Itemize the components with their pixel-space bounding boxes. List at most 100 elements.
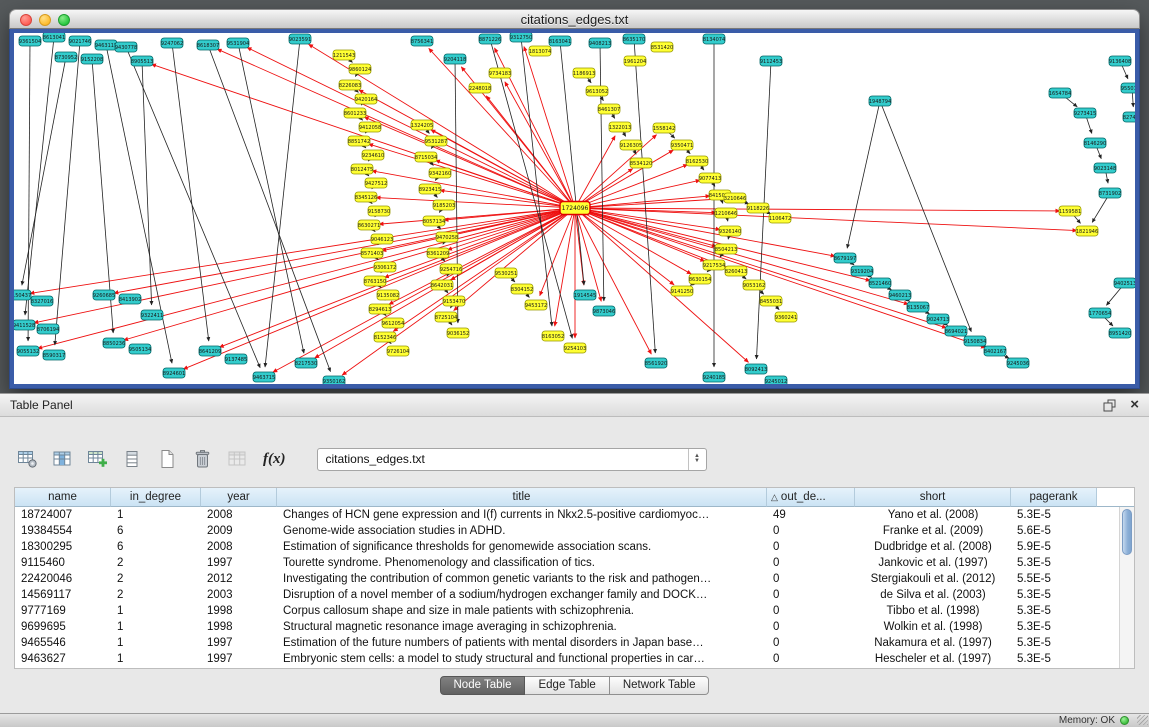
network-node[interactable]: 9350471 [671, 140, 693, 150]
network-node[interactable]: 8402167 [984, 346, 1006, 356]
network-hub-node[interactable]: 1724096 [560, 202, 590, 215]
network-node[interactable]: 8730952 [55, 52, 77, 62]
network-node[interactable]: 8092413 [745, 364, 767, 374]
zoom-window-button[interactable] [58, 14, 70, 26]
network-node[interactable]: 8455031 [760, 296, 782, 306]
tab-edge-table[interactable]: Edge Table [525, 676, 609, 695]
network-node[interactable]: 9460213 [889, 290, 911, 300]
network-node[interactable]: 8146290 [1084, 138, 1106, 148]
network-node[interactable]: 9158730 [368, 206, 390, 216]
network-node[interactable]: 9427512 [365, 178, 387, 188]
network-node[interactable]: 8521460 [869, 278, 891, 288]
network-node[interactable]: 8134074 [703, 34, 725, 44]
network-node[interactable]: 8613041 [43, 33, 65, 42]
network-node[interactable]: 9402513 [1114, 278, 1135, 288]
table-row[interactable]: 946362711997Embryonic stem cells: a mode… [15, 651, 1119, 667]
network-node[interactable]: 9217534 [703, 260, 725, 270]
network-node[interactable]: 8163052 [542, 331, 564, 341]
network-node[interactable]: 8590317 [43, 350, 65, 360]
network-node[interactable]: 1186913 [573, 68, 595, 78]
network-node[interactable]: 8923415 [419, 184, 441, 194]
network-node[interactable]: 9613052 [586, 86, 608, 96]
network-node[interactable]: 8630271 [358, 220, 380, 230]
network-node[interactable]: 1211543 [333, 50, 355, 60]
table-row[interactable]: 1456911722003Disruption of a novel membe… [15, 587, 1119, 603]
tab-node-table[interactable]: Node Table [440, 676, 526, 695]
network-node[interactable]: 9137485 [225, 354, 247, 364]
window-titlebar[interactable]: citations_edges.txt [9, 9, 1140, 29]
table-row[interactable]: 946554611997Estimation of the future num… [15, 635, 1119, 651]
resize-grip-icon[interactable] [1137, 715, 1148, 725]
rows-icon[interactable] [119, 446, 145, 472]
network-node[interactable]: 8871226 [479, 34, 501, 44]
network-node[interactable]: 9150834 [964, 336, 986, 346]
table-row[interactable]: 969969511998Structural magnetic resonanc… [15, 619, 1119, 635]
network-node[interactable]: 1770654 [1089, 308, 1111, 318]
network-node[interactable]: 8706194 [37, 324, 59, 334]
network-node[interactable]: 9240185 [703, 372, 725, 382]
network-node[interactable]: 9531287 [425, 136, 447, 146]
network-node[interactable]: 8715034 [415, 152, 437, 162]
network-node[interactable]: 9312750 [510, 33, 532, 42]
network-node[interactable]: 8327016 [31, 296, 53, 306]
network-node[interactable]: 8217530 [295, 358, 317, 368]
network-node[interactable]: 9420164 [355, 94, 377, 104]
network-node[interactable]: 9612054 [382, 318, 404, 328]
network-node[interactable]: 9046123 [371, 234, 393, 244]
network-node[interactable]: 8534120 [630, 158, 652, 168]
network-node[interactable]: 8163041 [549, 36, 571, 46]
network-node[interactable]: 8413902 [119, 294, 141, 304]
network-node[interactable]: 8731902 [1099, 188, 1121, 198]
network-node[interactable]: 8851742 [348, 136, 370, 146]
network-node[interactable]: 9204118 [444, 54, 466, 64]
network-node[interactable]: 9118226 [747, 203, 769, 213]
network-node[interactable]: 9260685 [93, 290, 115, 300]
network-node[interactable]: 9306172 [374, 262, 396, 272]
network-node[interactable]: 8905513 [131, 56, 153, 66]
create-column-icon[interactable] [84, 446, 110, 472]
column-header-name[interactable]: name [15, 488, 111, 507]
delete-column-icon[interactable] [189, 446, 215, 472]
network-node[interactable]: 9254716 [440, 264, 462, 274]
network-node[interactable]: 9350162 [323, 376, 345, 384]
network-node[interactable]: 8951420 [1109, 328, 1131, 338]
close-window-button[interactable] [20, 14, 32, 26]
network-node[interactable]: 8601233 [344, 108, 366, 118]
network-node[interactable]: 8641209 [199, 346, 221, 356]
table-row[interactable]: 1938455462009Genome-wide association stu… [15, 523, 1119, 539]
network-node[interactable]: 1821946 [1076, 226, 1098, 236]
column-header-out_de[interactable]: △out_de... [767, 488, 855, 507]
network-node[interactable]: 8694021 [945, 326, 967, 336]
network-node[interactable]: 8756341 [411, 36, 433, 46]
network-node[interactable]: 9463715 [253, 372, 275, 382]
network-node[interactable]: 9319204 [851, 266, 873, 276]
tab-network-table[interactable]: Network Table [610, 676, 710, 695]
table-row[interactable]: 911546021997Tourette syndrome. Phenomeno… [15, 555, 1119, 571]
network-node[interactable]: 9860124 [349, 64, 371, 74]
close-panel-icon[interactable]: × [1130, 398, 1139, 412]
network-node[interactable]: 9873046 [593, 306, 615, 316]
network-node[interactable]: 9726104 [387, 346, 409, 356]
vertical-scrollbar[interactable] [1119, 507, 1134, 668]
table-mode-icon[interactable] [14, 446, 40, 472]
network-node[interactable]: 9530251 [495, 268, 517, 278]
network-node[interactable]: 8260413 [725, 266, 747, 276]
network-node[interactable]: 9411528 [14, 320, 35, 330]
network-node[interactable]: 9152208 [81, 54, 103, 64]
network-node[interactable]: 9463115 [95, 40, 117, 50]
network-node[interactable]: 9531904 [227, 38, 249, 48]
network-node[interactable]: 9185203 [433, 200, 455, 210]
network-node[interactable]: 8571403 [361, 248, 383, 258]
network-node[interactable]: 8763150 [364, 276, 386, 286]
network-node[interactable]: 9150437 [14, 290, 31, 300]
network-node[interactable]: 9453172 [525, 300, 547, 310]
network-node[interactable]: 9326140 [719, 226, 741, 236]
table-row[interactable]: 1872400712008Changes of HCN gene express… [15, 507, 1119, 523]
network-node[interactable]: 9342160 [429, 168, 451, 178]
network-canvas[interactable]: 1724096936150486130419021746946311587309… [14, 33, 1135, 384]
network-node[interactable]: 9254103 [564, 343, 586, 353]
network-node[interactable]: 9141250 [671, 286, 693, 296]
network-node[interactable]: 1948794 [869, 96, 891, 106]
float-panel-icon[interactable] [1103, 399, 1116, 412]
show-columns-icon[interactable] [49, 446, 75, 472]
